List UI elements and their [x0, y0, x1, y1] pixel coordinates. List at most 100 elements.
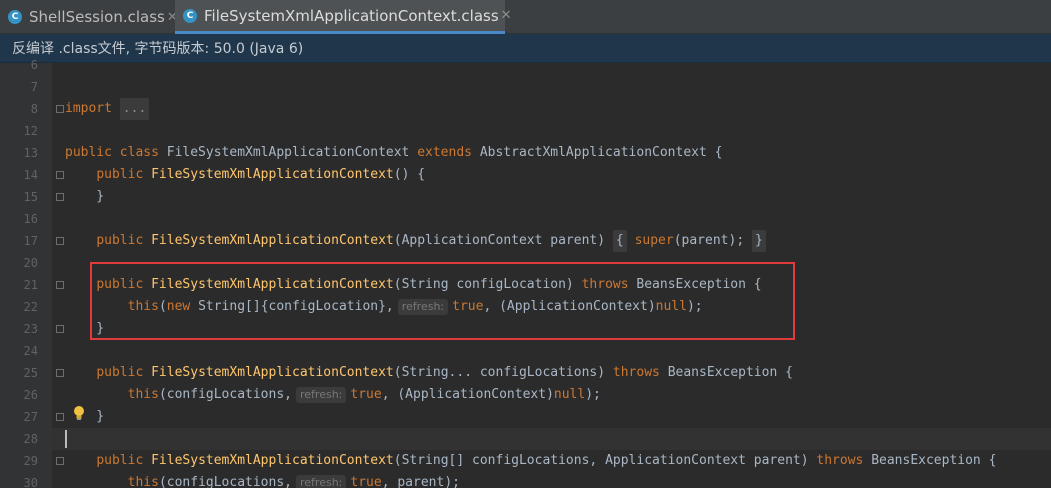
code-token: public	[96, 233, 152, 248]
fold-marker-icon[interactable]	[56, 369, 64, 377]
code-token: , (ApplicationContext)	[381, 387, 554, 402]
code-token: );	[686, 299, 703, 314]
code-token: public	[96, 365, 152, 380]
line-number: 6	[30, 58, 38, 72]
code-line[interactable]: }	[52, 186, 1051, 208]
code-token: throws	[612, 365, 668, 380]
tab-label: ShellSession.class	[29, 8, 165, 26]
code-token: FileSystemXmlApplicationContext	[151, 453, 394, 468]
line-number: 24	[23, 344, 38, 358]
code-token: null	[553, 387, 586, 402]
code-line[interactable]	[52, 340, 1051, 362]
code-token: true	[350, 475, 382, 488]
code-token: (String[] configLocations, ApplicationCo…	[393, 453, 817, 468]
code-token: , parent);	[381, 475, 460, 488]
code-line[interactable]: }	[52, 318, 1051, 340]
code-token: FileSystemXmlApplicationContext	[151, 167, 394, 182]
line-number: 26	[23, 388, 38, 402]
line-number: 21	[23, 278, 38, 292]
code-token: import	[65, 101, 120, 116]
line-number: 14	[23, 168, 38, 182]
code-token: BeansException {	[667, 365, 793, 380]
lightbulb-icon[interactable]	[72, 405, 86, 421]
tab-filesystemxmlapplicationcontext[interactable]: C FileSystemXmlApplicationContext.class …	[175, 0, 512, 34]
code-line[interactable]: this(configLocations, refresh: true, paren…	[52, 472, 1051, 488]
tab-shellsession[interactable]: C ShellSession.class ✕	[0, 0, 178, 34]
code-line[interactable]: this(new String[]{configLocation}, refres…	[52, 296, 1051, 318]
tab-label: FileSystemXmlApplicationContext.class	[204, 6, 499, 25]
code-token: }	[65, 321, 105, 336]
fold-marker-icon[interactable]	[56, 171, 64, 179]
code-token: extends	[417, 145, 480, 160]
code-token: FileSystemXmlApplicationContext	[151, 233, 394, 248]
parameter-hint: refresh:	[296, 475, 347, 488]
line-number: 29	[23, 454, 38, 468]
code-line[interactable]	[52, 76, 1051, 98]
code-token: public	[96, 277, 152, 292]
code-line[interactable]: public FileSystemXmlApplicationContext(A…	[52, 230, 1051, 252]
code-text: }	[65, 186, 104, 208]
code-line[interactable]	[52, 208, 1051, 230]
code-text: public FileSystemXmlApplicationContext(S…	[65, 274, 761, 296]
code-token: FileSystemXmlApplicationContext	[151, 277, 394, 292]
fold-marker-icon[interactable]	[56, 237, 64, 245]
code-token: true	[452, 299, 484, 314]
code-line[interactable]: public class FileSystemXmlApplicationCon…	[52, 142, 1051, 164]
code-line[interactable]: public FileSystemXmlApplicationContext(S…	[52, 362, 1051, 384]
parameter-hint: refresh:	[397, 299, 449, 315]
code-token: public	[96, 167, 152, 182]
code-token: public	[96, 453, 152, 468]
code-line[interactable]: public FileSystemXmlApplicationContext(S…	[52, 274, 1051, 296]
line-number: 22	[23, 300, 38, 314]
code-token: AbstractXmlApplicationContext {	[479, 145, 723, 160]
fold-marker-icon[interactable]	[56, 325, 64, 333]
text-caret	[65, 430, 67, 448]
line-number: 15	[23, 190, 38, 204]
code-token[interactable]: {	[612, 230, 627, 252]
code-text: this(new String[]{configLocation}, refres…	[65, 296, 703, 318]
folded-imports[interactable]: ...	[119, 98, 150, 120]
fold-marker-icon[interactable]	[56, 105, 64, 113]
code-line[interactable]: public FileSystemXmlApplicationContext()…	[52, 164, 1051, 186]
code-token: (parent);	[673, 233, 752, 248]
fold-marker-icon[interactable]	[56, 193, 64, 201]
code-line[interactable]: }	[52, 406, 1051, 428]
code-text: public FileSystemXmlApplicationContext(A…	[65, 230, 766, 252]
code-line[interactable]: import ...	[52, 98, 1051, 120]
line-gutter: 6 7 8 12 13 14 15 16 17 20 21 22 23 24 25 26 27 28 29 30	[0, 58, 52, 488]
code-token: null	[655, 299, 687, 314]
code-token: public class	[65, 145, 167, 160]
code-line[interactable]	[52, 428, 1051, 450]
line-number: 12	[23, 124, 38, 138]
code-line[interactable]: this(configLocations, refresh: true, (Appl…	[52, 384, 1051, 406]
fold-marker-icon[interactable]	[56, 281, 64, 289]
code-token: FileSystemXmlApplicationContext	[166, 145, 418, 160]
code-text: }	[65, 318, 104, 340]
line-number: 23	[23, 322, 38, 336]
code-line[interactable]	[52, 252, 1051, 274]
code-token: FileSystemXmlApplicationContext	[151, 365, 394, 380]
code-token: this	[127, 299, 159, 314]
code-token: , (ApplicationContext)	[483, 299, 656, 314]
code-editor[interactable]: import ... public class FileSystemXmlAppl…	[52, 63, 1051, 488]
line-number: 25	[23, 366, 38, 380]
code-token[interactable]: }	[751, 230, 766, 252]
line-number: 8	[30, 102, 38, 116]
code-text: this(configLocations, refresh: true, (Appl…	[65, 384, 601, 406]
line-number: 17	[23, 234, 38, 248]
code-line[interactable]: public FileSystemXmlApplicationContext(S…	[52, 450, 1051, 472]
line-number: 13	[23, 146, 38, 160]
fold-marker-icon[interactable]	[56, 457, 64, 465]
fold-marker-icon[interactable]	[56, 413, 64, 421]
code-text: public class FileSystemXmlApplicationCon…	[65, 142, 722, 164]
code-token: new	[166, 299, 199, 314]
code-line[interactable]	[52, 120, 1051, 142]
close-icon[interactable]: ✕	[499, 8, 514, 23]
editor-tab-bar: C ShellSession.class ✕ C FileSystemXmlAp…	[0, 0, 1051, 34]
line-number: 20	[23, 256, 38, 270]
code-line[interactable]	[52, 63, 1051, 76]
